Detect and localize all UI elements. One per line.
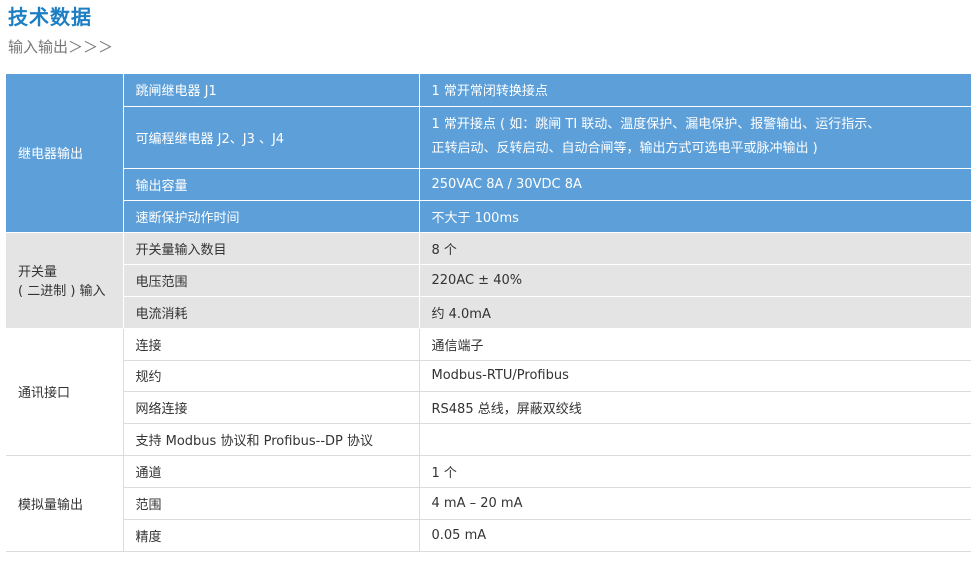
- param-value: 约 4.0mA: [419, 296, 972, 329]
- param-value: 通信端子: [419, 328, 971, 361]
- spec-table: 继电器输出 跳闸继电器 J1 1 常开常闭转换接点 可编程继电器 J2、J3 、…: [6, 74, 972, 552]
- param-name: 跳闸继电器 J1: [123, 74, 420, 107]
- breadcrumb: 输入输出＞＞＞: [8, 38, 114, 56]
- param-value: 0.05 mA: [419, 519, 971, 552]
- param-value: 1 个: [419, 455, 971, 488]
- param-value: 8 个: [419, 232, 972, 265]
- param-name: 通道: [123, 455, 420, 488]
- group-label-relay: 继电器输出: [6, 74, 124, 233]
- table-row: 精度 0.05 mA: [6, 519, 971, 552]
- param-value: 4 mA – 20 mA: [419, 487, 971, 520]
- param-name: 连接: [123, 328, 420, 361]
- group-label-comm: 通讯接口: [6, 328, 124, 456]
- table-row: 规约 Modbus-RTU/Profibus: [6, 360, 971, 392]
- param-name: 电流消耗: [123, 296, 420, 329]
- page-title: 技术数据: [8, 5, 92, 29]
- table-row: 继电器输出 跳闸继电器 J1 1 常开常闭转换接点: [6, 74, 972, 233]
- table-row: 通讯接口 连接 通信端子: [6, 328, 971, 456]
- group-label-switch: 开关量 ( 二进制 ) 输入: [6, 232, 124, 329]
- table-row: 速断保护动作时间 不大于 100ms: [6, 200, 972, 233]
- table-row: 输出容量 250VAC 8A / 30VDC 8A: [6, 168, 972, 201]
- param-value: [419, 423, 971, 456]
- param-name: 输出容量: [123, 168, 420, 201]
- param-name: 规约: [123, 360, 420, 392]
- param-value: 不大于 100ms: [419, 200, 972, 233]
- param-value: 220AC ± 40%: [419, 264, 972, 297]
- param-value-line: 1 常开接点 ( 如：跳闸 TI 联动、温度保护、漏电保护、报警输出、运行指示、: [431, 117, 881, 132]
- table-row: 支持 Modbus 协议和 Profibus--DP 协议: [6, 423, 971, 456]
- table-row: 电压范围 220AC ± 40%: [6, 264, 972, 297]
- param-name: 精度: [123, 519, 420, 552]
- param-name: 可编程继电器 J2、J3 、J4: [123, 106, 420, 169]
- param-name: 网络连接: [123, 391, 420, 424]
- group-label-line: ( 二进制 ) 输入: [18, 284, 106, 299]
- param-name: 开关量输入数目: [123, 232, 420, 265]
- param-value: 1 常开常闭转换接点: [419, 74, 972, 107]
- param-name: 范围: [123, 487, 420, 520]
- param-value: 1 常开接点 ( 如：跳闸 TI 联动、温度保护、漏电保护、报警输出、运行指示、…: [419, 106, 972, 169]
- group-label-line: 开关量: [18, 265, 58, 280]
- table-row: 范围 4 mA – 20 mA: [6, 487, 971, 520]
- group-label-analog: 模拟量输出: [6, 455, 124, 552]
- table-row: 电流消耗 约 4.0mA: [6, 296, 972, 329]
- param-name: 支持 Modbus 协议和 Profibus--DP 协议: [123, 423, 420, 456]
- param-value: 250VAC 8A / 30VDC 8A: [419, 168, 972, 201]
- param-name: 电压范围: [123, 264, 420, 297]
- param-value: Modbus-RTU/Profibus: [419, 360, 971, 392]
- table-row: 开关量 ( 二进制 ) 输入 开关量输入数目 8 个: [6, 232, 972, 329]
- param-value-line: 正转启动、反转启动、自动合闸等，输出方式可选电平或脉冲输出 ): [431, 141, 818, 156]
- table-row: 可编程继电器 J2、J3 、J4 1 常开接点 ( 如：跳闸 TI 联动、温度保…: [6, 106, 972, 169]
- param-value: RS485 总线，屏蔽双绞线: [419, 391, 971, 424]
- table-row: 网络连接 RS485 总线，屏蔽双绞线: [6, 391, 971, 424]
- param-name: 速断保护动作时间: [123, 200, 420, 233]
- table-row: 模拟量输出 通道 1 个: [6, 455, 971, 552]
